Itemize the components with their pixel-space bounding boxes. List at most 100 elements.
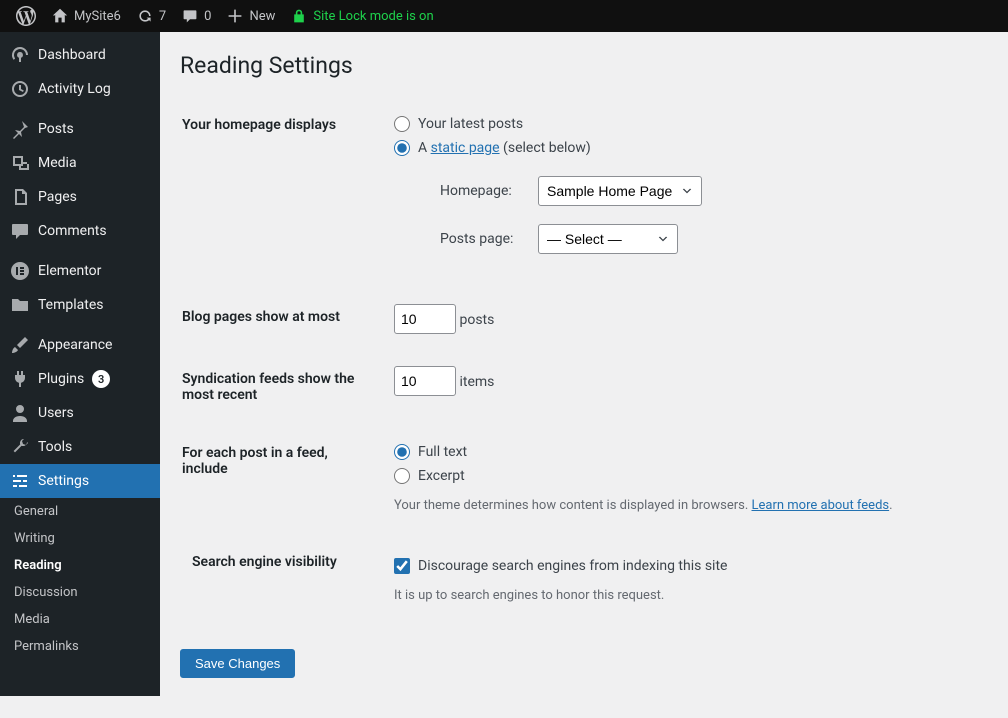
site-lock-label: Site Lock mode is on [313,9,433,24]
save-changes-button[interactable]: Save Changes [180,649,295,678]
postspage-select-label: Posts page: [440,231,528,247]
postspage-select[interactable]: — Select — [538,224,678,254]
sidebar-label-pages: Pages [38,189,77,205]
updates-count: 7 [159,9,166,24]
sidebar-label-users: Users [38,405,74,421]
search-visibility-label: Search engine visibility [182,530,382,627]
sub-item-reading[interactable]: Reading [0,552,160,579]
page-title: Reading Settings [180,52,988,95]
search-visibility-option[interactable]: Discourage search engines from indexing … [394,558,727,574]
sidebar-label-dashboard: Dashboard [38,47,106,63]
homepage-option-latest-text: Your latest posts [418,116,523,132]
wrench-icon [10,437,30,457]
feed-option-excerpt[interactable]: Excerpt [394,468,465,484]
search-visibility-checkbox[interactable] [394,558,410,574]
sidebar-item-templates[interactable]: Templates [0,288,160,322]
sidebar-label-templates: Templates [38,297,104,313]
syndication-suffix: items [459,374,494,390]
sidebar-label-plugins: Plugins [38,371,84,387]
learn-more-feeds-link[interactable]: Learn more about feeds [752,498,890,513]
sidebar-label-activity-log: Activity Log [38,81,111,97]
homepage-radio-latest[interactable] [394,116,410,132]
blog-pages-input[interactable] [394,304,456,334]
static-prefix: A [418,140,431,156]
media-icon [10,153,30,173]
feed-option-full[interactable]: Full text [394,444,467,460]
comment-icon [182,8,198,24]
feed-option-excerpt-text: Excerpt [418,468,465,484]
sliders-icon [10,471,30,491]
update-icon [137,8,153,24]
sub-item-writing[interactable]: Writing [0,525,160,552]
plugin-icon [10,369,30,389]
sidebar-label-elementor: Elementor [38,263,101,279]
homepage-option-latest[interactable]: Your latest posts [394,116,523,132]
settings-submenu: General Writing Reading Discussion Media… [0,498,160,660]
site-lock-indicator[interactable]: Site Lock mode is on [283,0,441,32]
sidebar-item-settings[interactable]: Settings [0,464,160,498]
feed-content-label: For each post in a feed, include [182,425,382,528]
sidebar-item-media[interactable]: Media [0,146,160,180]
sidebar-label-media: Media [38,155,77,171]
clock-icon [10,79,30,99]
sidebar-item-users[interactable]: Users [0,396,160,430]
sidebar-item-pages[interactable]: Pages [0,180,160,214]
homepage-option-static[interactable]: A static page (select below) [394,140,591,156]
brush-icon [10,335,30,355]
comments-link[interactable]: 0 [174,0,219,32]
content-area: Reading Settings Your homepage displays … [160,32,1008,718]
sidebar-label-comments: Comments [38,223,107,239]
sidebar-label-posts: Posts [38,121,74,137]
site-name: MySite6 [74,9,121,24]
static-page-link[interactable]: static page [431,140,500,156]
plugins-count-badge: 3 [92,370,110,388]
sidebar-item-tools[interactable]: Tools [0,430,160,464]
search-visibility-checkbox-text: Discourage search engines from indexing … [418,558,727,574]
sub-item-media[interactable]: Media [0,606,160,633]
sidebar-item-appearance[interactable]: Appearance [0,328,160,362]
dashboard-icon [10,45,30,65]
feed-desc-prefix: Your theme determines how content is dis… [394,498,752,513]
elementor-icon [10,261,30,281]
sidebar-item-posts[interactable]: Posts [0,112,160,146]
sidebar-item-plugins[interactable]: Plugins 3 [0,362,160,396]
feed-radio-full[interactable] [394,444,410,460]
homepage-select[interactable]: Sample Home Page [538,176,702,206]
homepage-option-static-text: A static page (select below) [418,140,591,156]
syndication-label: Syndication feeds show the most recent [182,351,382,423]
sidebar-item-elementor[interactable]: Elementor [0,254,160,288]
home-icon [52,8,68,24]
wp-logo[interactable] [8,0,44,32]
sidebar-label-settings: Settings [38,473,89,489]
feed-radio-excerpt[interactable] [394,468,410,484]
sidebar-label-tools: Tools [38,439,72,455]
pages-icon [10,187,30,207]
new-link[interactable]: New [219,0,283,32]
sidebar-item-dashboard[interactable]: Dashboard [0,38,160,72]
new-label: New [249,9,275,24]
homepage-displays-label: Your homepage displays [182,97,382,287]
admin-bar: MySite6 7 0 New Site Lock mode is on [0,0,1008,32]
comments-icon [10,221,30,241]
comments-count: 0 [204,9,211,24]
feed-desc-suffix: . [889,498,892,513]
blog-pages-suffix: posts [459,312,494,328]
sub-item-general[interactable]: General [0,498,160,525]
site-name-link[interactable]: MySite6 [44,0,129,32]
sub-item-discussion[interactable]: Discussion [0,579,160,606]
static-suffix: (select below) [500,140,591,156]
syndication-input[interactable] [394,366,456,396]
sidebar-item-activity-log[interactable]: Activity Log [0,72,160,106]
feed-option-full-text: Full text [418,444,467,460]
sidebar-item-comments[interactable]: Comments [0,214,160,248]
sub-item-permalinks[interactable]: Permalinks [0,633,160,660]
lock-icon [291,8,307,24]
homepage-radio-static[interactable] [394,140,410,156]
feed-description: Your theme determines how content is dis… [394,498,976,513]
plus-icon [227,8,243,24]
user-icon [10,403,30,423]
updates-link[interactable]: 7 [129,0,174,32]
pin-icon [10,119,30,139]
blog-pages-label: Blog pages show at most [182,289,382,349]
admin-sidebar: Dashboard Activity Log Posts Media Pages… [0,32,160,696]
